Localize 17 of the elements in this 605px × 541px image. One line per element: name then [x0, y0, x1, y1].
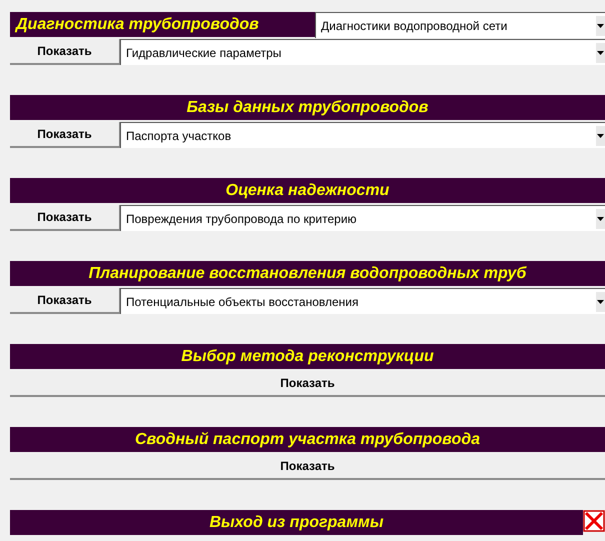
dropdown-field[interactable]: Гидравлические параметры	[120, 39, 605, 65]
section-header: Базы данных трубопроводов	[10, 95, 605, 120]
dropdown-field[interactable]: Диагностики водопроводной сети	[315, 12, 605, 38]
section-header: Оценка надежности	[10, 178, 605, 203]
section-header: Выбор метода реконструкции	[10, 344, 605, 369]
section-header: Диагностика трубопроводов	[10, 12, 315, 37]
dropdown-field[interactable]: Повреждения трубопровода по критерию	[120, 205, 605, 231]
show-button[interactable]: Показать	[10, 122, 120, 148]
show-button[interactable]: Показать	[10, 288, 120, 314]
dropdown-field[interactable]: Потенциальные объекты восстановления	[120, 288, 605, 314]
section-header: Планирование восстановления водопроводных труб	[10, 261, 605, 286]
close-icon[interactable]	[583, 510, 605, 532]
show-button[interactable]: Показать	[10, 205, 120, 231]
section-header: Сводный паспорт участка трубопровода	[10, 427, 605, 452]
show-button[interactable]: Показать	[10, 39, 120, 65]
section-header: Выход из программы	[10, 510, 583, 535]
dropdown-field[interactable]: Паспорта участков	[120, 122, 605, 148]
